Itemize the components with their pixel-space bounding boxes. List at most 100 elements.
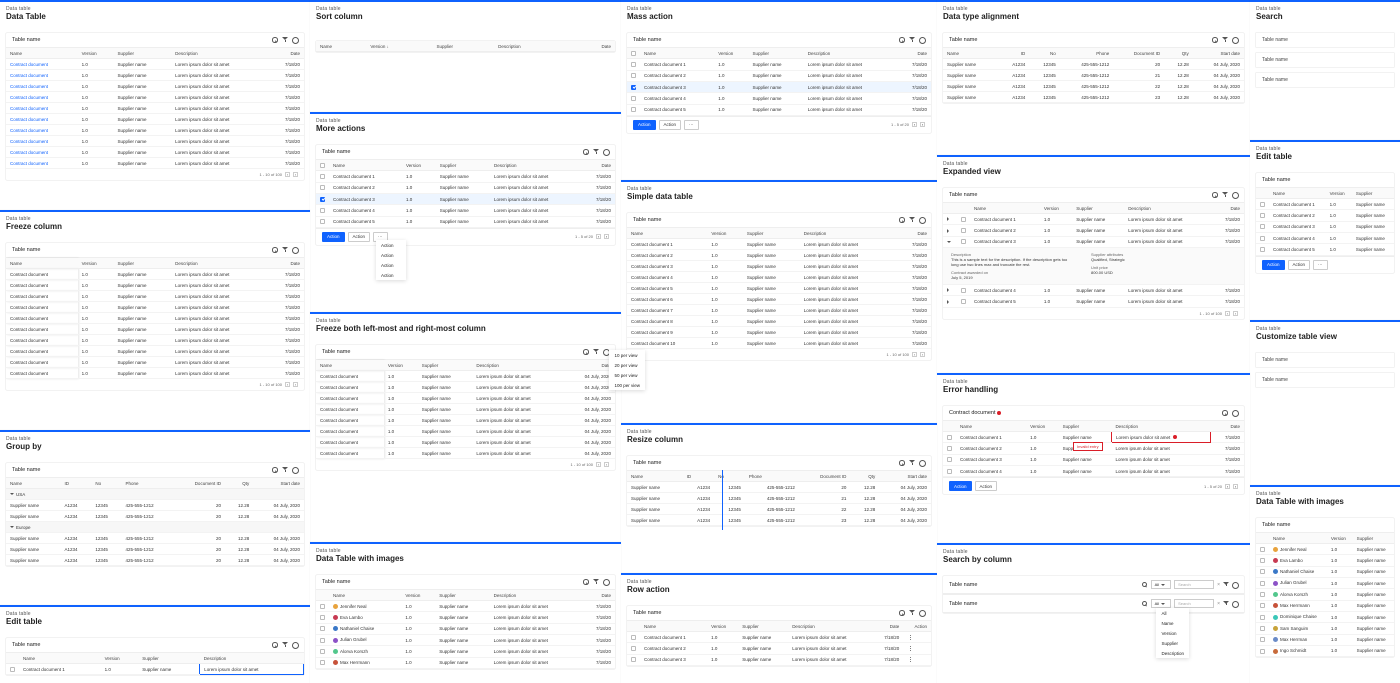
table-row[interactable]: Contract document1.0Supplier nameLorem i… [316, 393, 615, 404]
table-row[interactable]: Contract document 21.0Supplier nameLorem… [627, 70, 931, 81]
table-row[interactable]: Contract document 21.0Supplier name [1256, 210, 1394, 221]
table-row[interactable]: Max Herrmann1.0Supplier name [1256, 600, 1394, 611]
search-icon[interactable] [583, 579, 589, 585]
filter-icon[interactable] [909, 610, 915, 616]
filter-icon[interactable] [282, 467, 288, 473]
prev-page[interactable]: ‹ [912, 122, 917, 127]
search-icon[interactable] [1222, 410, 1228, 416]
filter-icon[interactable] [593, 579, 599, 585]
table-row[interactable]: Supplier nameA123412345425-555-12122212.… [943, 81, 1244, 92]
menu-item[interactable]: Action [376, 270, 406, 280]
menu-item[interactable]: Version [1156, 628, 1189, 638]
table-row[interactable]: Ingo Schmidt1.0Supplier name [1256, 645, 1394, 656]
table-row[interactable]: Contract document1.0Supplier nameLorem i… [316, 415, 615, 426]
prev-page[interactable]: ‹ [285, 172, 290, 177]
table-row[interactable]: Supplier nameA123412345425-555-12122012.… [6, 555, 304, 566]
filter-icon[interactable] [1222, 37, 1228, 43]
table-row[interactable]: Contract document 11.0Supplier nameLorem… [627, 632, 931, 643]
group-row[interactable]: USA [6, 489, 304, 500]
table-row[interactable]: Julian Grubel1.0Supplier name [1256, 577, 1394, 588]
settings-icon[interactable] [292, 37, 298, 43]
search-column-select[interactable]: All [1151, 580, 1171, 589]
table-row[interactable]: Contract document1.0Supplier nameLorem i… [316, 382, 615, 393]
table-row[interactable]: Jennifer Neal1.0Supplier name [1256, 544, 1394, 555]
search-icon[interactable] [583, 349, 589, 355]
table-row[interactable]: Contract document1.0Supplier nameLorem i… [6, 158, 304, 169]
settings-icon[interactable] [603, 349, 609, 355]
settings-icon[interactable] [1232, 601, 1238, 607]
search-icon[interactable] [272, 247, 278, 253]
search-icon[interactable] [1142, 582, 1148, 588]
settings-icon[interactable] [292, 642, 298, 648]
table-row[interactable]: Contract document1.0Supplier nameLorem i… [6, 280, 304, 291]
table-row[interactable]: Contract document1.0Supplier nameLorem i… [6, 125, 304, 136]
search-column-select-open[interactable]: All [1151, 599, 1171, 608]
col-name[interactable]: Name [6, 48, 78, 59]
table-row[interactable]: Contract document 21.0Supplier nameLorem… [316, 182, 615, 193]
search-input[interactable]: Search [1174, 580, 1214, 589]
table-row[interactable]: Supplier nameA123412345425-555-12122012.… [6, 500, 304, 511]
col-version-sorted[interactable]: Version ↓ [366, 41, 432, 52]
filter-icon[interactable] [593, 149, 599, 155]
table-row[interactable]: Contract document 11.0Supplier nameLorem… [627, 239, 931, 250]
settings-icon[interactable] [919, 37, 925, 43]
table-row[interactable]: Julian Grubel1.0Supplier nameLorem ipsum… [316, 634, 615, 645]
table-row[interactable]: Contract document1.0Supplier nameLorem i… [6, 357, 304, 368]
editable-cell[interactable]: Lorem ipsum dolor sit amet [200, 664, 304, 675]
table-row[interactable]: Dominique Chaise1.0Supplier name [1256, 611, 1394, 622]
settings-icon[interactable] [1232, 37, 1238, 43]
table-row[interactable]: Nathaniel Chaise1.0Supplier nameLorem ip… [316, 623, 615, 634]
table-row[interactable]: Contract document1.0Supplier nameLorem i… [316, 426, 615, 437]
table-row[interactable]: Contract document 91.0Supplier nameLorem… [627, 327, 931, 338]
table-row[interactable]: Contract document1.0Supplier nameLorem i… [6, 313, 304, 324]
expand-toggle[interactable] [943, 296, 957, 307]
next-page[interactable]: › [920, 122, 925, 127]
table-row[interactable]: Contract document 31.0Supplier name [1256, 221, 1394, 232]
table-row[interactable]: Contract document1.0Supplier nameLorem i… [6, 368, 304, 379]
table-row[interactable]: Contract document 41.0Supplier nameLorem… [627, 93, 931, 104]
group-row[interactable]: Europe [6, 522, 304, 533]
action-primary[interactable]: Action [322, 232, 345, 242]
pagesize-50[interactable]: 50 per view [609, 370, 645, 380]
table-row[interactable]: Supplier nameA123412345425-555-12122212.… [627, 504, 931, 515]
table-row[interactable]: Supplier nameA123412345425-555-12122012.… [6, 544, 304, 555]
search-icon[interactable] [899, 610, 905, 616]
settings-icon[interactable] [603, 579, 609, 585]
pagesize-100[interactable]: 100 per view [609, 380, 645, 390]
table-row[interactable]: Contract document 31.0Supplier nameLorem… [627, 81, 931, 92]
table-row[interactable]: Supplier nameA123412345425-555-12122112.… [627, 493, 931, 504]
table-row[interactable]: Contract document 11.0Supplier nameLorem… [943, 214, 1244, 225]
menu-item[interactable]: Action [376, 260, 406, 270]
next-page[interactable]: › [293, 172, 298, 177]
table-row[interactable]: Max Herrman1.0Supplier name [1256, 634, 1394, 645]
search-icon[interactable] [272, 37, 278, 43]
search-icon[interactable] [1142, 601, 1148, 607]
col-version[interactable]: Version [78, 48, 114, 59]
table-row[interactable]: Contract document 31.0Supplier nameLorem… [943, 454, 1244, 465]
table-row[interactable]: Supplier nameA123412345425-555-12122012.… [6, 533, 304, 544]
row-action-cell[interactable] [903, 643, 931, 654]
search-icon[interactable] [583, 149, 589, 155]
table-row[interactable]: Contract document 41.0Supplier nameLorem… [943, 465, 1244, 476]
table-row[interactable]: Supplier nameA123412345425-555-12122312.… [943, 92, 1244, 103]
table-row[interactable]: Contract document 11.0Supplier name [1256, 199, 1394, 210]
expand-toggle[interactable] [943, 236, 957, 247]
table-row[interactable]: Contract document 31.0Supplier nameLorem… [943, 236, 1244, 247]
table-row[interactable]: Eva Lambo1.0Supplier name [1256, 555, 1394, 566]
table-row[interactable]: Contract document 51.0Supplier nameLorem… [943, 296, 1244, 307]
col-date[interactable]: Date [268, 48, 304, 59]
table-row[interactable]: Contract document 31.0Supplier nameLorem… [627, 654, 931, 665]
search-input[interactable]: Search [1174, 599, 1214, 608]
mass-action-more[interactable]: ··· [684, 120, 699, 130]
table-row[interactable]: Contract document1.0Supplier nameLorem i… [6, 70, 304, 81]
settings-icon[interactable] [919, 217, 925, 223]
expand-toggle[interactable] [943, 225, 957, 236]
table-row[interactable]: Contract document 41.0Supplier name [1256, 232, 1394, 243]
table-row[interactable]: Sam Sanguim1.0Supplier name [1256, 623, 1394, 634]
table-row[interactable]: Contract document1.0Supplier nameLorem i… [6, 291, 304, 302]
col-supplier[interactable]: Supplier [114, 48, 172, 59]
table-row[interactable]: Supplier nameA123412345425-555-12122012.… [6, 511, 304, 522]
table-row[interactable]: Contract document 31.0Supplier nameLorem… [316, 193, 615, 204]
table-row[interactable]: Contract document 41.0Supplier nameLorem… [316, 205, 615, 216]
menu-item[interactable]: All [1156, 608, 1189, 618]
